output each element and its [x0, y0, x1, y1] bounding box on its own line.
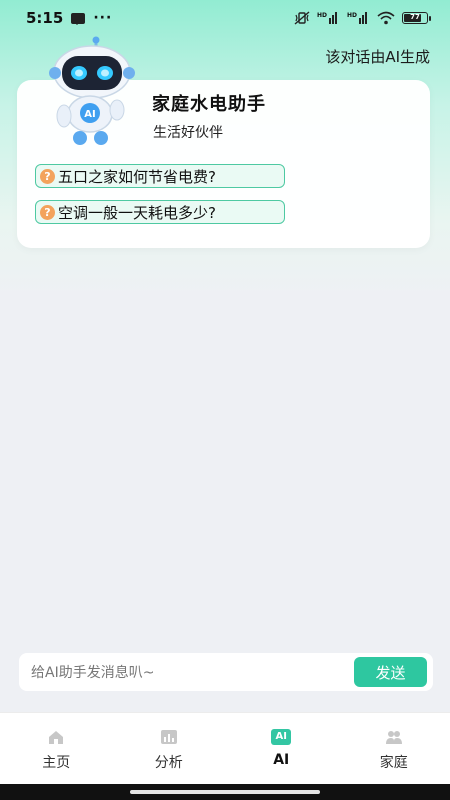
nav-item-family[interactable]: 家庭	[338, 713, 450, 785]
nav-label-analysis: 分析	[154, 755, 183, 771]
more-notifications-icon: ···	[93, 10, 113, 26]
assistant-title: 家庭水电助手	[152, 94, 266, 115]
status-time: 5:15	[26, 9, 64, 27]
suggested-question-label: 空调一般一天耗电多少?	[58, 203, 216, 222]
message-notification-icon	[71, 12, 86, 25]
battery-level: 77	[410, 13, 420, 21]
nav-label-family: 家庭	[379, 755, 408, 771]
question-icon: ?	[40, 205, 55, 220]
robot-mascot-icon: AI	[49, 36, 135, 145]
suggested-question-2[interactable]: ? 空调一般一天耗电多少?	[35, 200, 285, 224]
question-icon: ?	[40, 169, 55, 184]
nav-item-home[interactable]: 主页	[0, 713, 113, 785]
signal-1-icon: HD	[317, 12, 340, 24]
bottom-nav: 主页 分析 AI AI 家庭	[0, 712, 450, 785]
send-button[interactable]: 发送	[354, 657, 427, 687]
nav-label-home: 主页	[42, 755, 71, 771]
home-indicator[interactable]	[130, 790, 320, 794]
suggested-question-label: 五口之家如何节省电费?	[58, 167, 216, 186]
nav-item-ai[interactable]: AI AI	[225, 713, 338, 785]
signal-2-icon: HD	[347, 12, 370, 24]
nav-item-analysis[interactable]: 分析	[113, 713, 226, 785]
home-icon	[49, 731, 64, 744]
suggested-question-1[interactable]: ? 五口之家如何节省电费?	[35, 164, 285, 188]
assistant-subtitle: 生活好伙伴	[153, 125, 223, 141]
battery-icon: 77	[402, 12, 431, 24]
ai-generated-notice: 该对话由AI生成	[325, 48, 430, 66]
message-composer: 发送	[19, 653, 433, 693]
status-bar: 5:15 ··· HD HD 77	[0, 0, 450, 36]
svg-text:AI: AI	[84, 109, 95, 120]
ai-icon: AI	[271, 729, 292, 745]
chart-icon	[160, 730, 177, 744]
nav-label-ai: AI	[273, 752, 290, 768]
vibrate-off-icon	[294, 11, 310, 25]
message-input[interactable]	[29, 653, 353, 693]
wifi-icon	[377, 11, 395, 25]
family-icon	[385, 731, 402, 744]
